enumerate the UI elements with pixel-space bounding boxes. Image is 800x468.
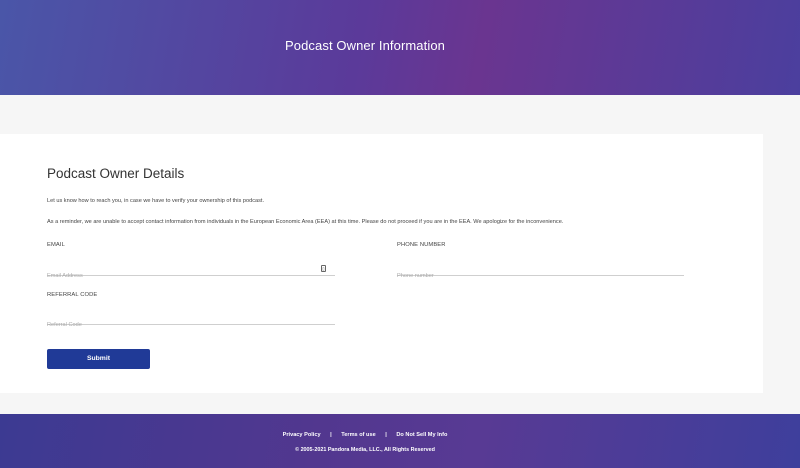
referral-label: REFERRAL CODE bbox=[47, 292, 98, 298]
copyright-text: © 2005-2021 Pandora Media, LLC., All Rig… bbox=[295, 447, 435, 453]
referral-field-wrapper bbox=[47, 313, 335, 331]
footer-separator: | bbox=[385, 432, 387, 438]
footer-separator: | bbox=[330, 432, 332, 438]
phone-field-wrapper bbox=[397, 264, 684, 282]
email-label: EMAIL bbox=[47, 242, 65, 248]
page-title: Podcast Owner Information bbox=[284, 38, 446, 53]
submit-button[interactable]: Submit bbox=[47, 349, 150, 369]
card-title: Podcast Owner Details bbox=[47, 166, 185, 181]
contact-card-icon[interactable]: ▯ bbox=[321, 265, 326, 272]
eea-reminder-text: As a reminder, we are unable to accept c… bbox=[47, 219, 564, 225]
do-not-sell-link[interactable]: Do Not Sell My Info bbox=[396, 432, 447, 438]
page-footer bbox=[0, 414, 800, 468]
intro-text: Let us know how to reach you, in case we… bbox=[47, 198, 265, 204]
email-input[interactable] bbox=[47, 270, 335, 282]
email-field-wrapper: ▯ bbox=[47, 264, 335, 282]
terms-of-use-link[interactable]: Terms of use bbox=[341, 432, 375, 438]
phone-input[interactable] bbox=[397, 270, 684, 282]
footer-links: Privacy Policy | Terms of use | Do Not S… bbox=[0, 432, 730, 438]
referral-input[interactable] bbox=[47, 319, 335, 331]
privacy-policy-link[interactable]: Privacy Policy bbox=[283, 432, 321, 438]
phone-label: PHONE NUMBER bbox=[397, 242, 446, 248]
